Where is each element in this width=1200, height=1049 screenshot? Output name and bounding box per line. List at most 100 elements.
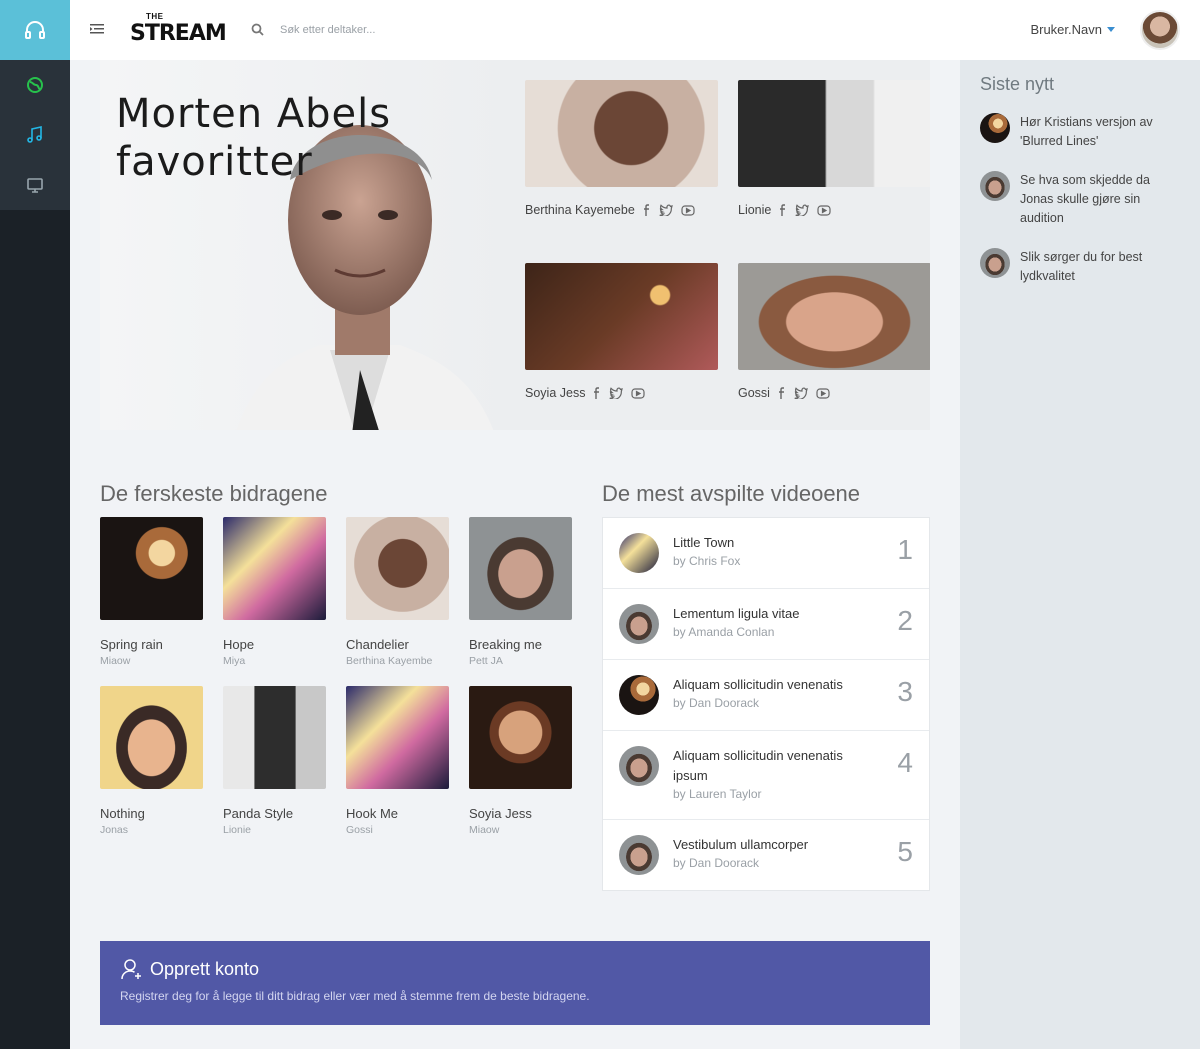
video-author[interactable]: by Lauren Taylor xyxy=(673,787,762,801)
video-author[interactable]: by Amanda Conlan xyxy=(673,625,774,639)
video-title[interactable]: Aliquam sollicitudin venenatis xyxy=(673,675,863,695)
twitter-icon[interactable] xyxy=(794,387,808,399)
rail-nav xyxy=(0,60,70,210)
contribution-artist[interactable]: Berthina Kayembe xyxy=(346,655,449,667)
user-name[interactable]: Bruker.Navn xyxy=(1030,22,1102,37)
artist-name[interactable]: Berthina Kayemebe xyxy=(525,203,635,217)
video-rank: 3 xyxy=(897,676,913,707)
monitor-icon xyxy=(27,178,43,193)
twitter-icon[interactable] xyxy=(609,387,624,399)
ranked-video-item[interactable]: Little Town by Chris Fox 1 xyxy=(603,518,929,589)
contribution-artist[interactable]: Pett JA xyxy=(469,655,572,667)
brand-logo[interactable]: THE STREAM xyxy=(130,12,227,46)
search-icon[interactable] xyxy=(251,23,264,41)
youtube-icon[interactable] xyxy=(681,204,695,216)
contribution-tile[interactable]: Chandelier Berthina Kayembe xyxy=(346,517,449,667)
news-item[interactable]: Hør Kristians versjon av 'Blurred Lines' xyxy=(980,113,1180,151)
artist-name[interactable]: Gossi xyxy=(738,386,770,400)
contribution-thumbnail[interactable] xyxy=(469,686,572,789)
cta-title[interactable]: Opprett konto xyxy=(150,959,259,980)
artist-photo[interactable] xyxy=(525,263,718,370)
contribution-artist[interactable]: Lionie xyxy=(223,824,326,836)
contribution-title[interactable]: Hook Me xyxy=(346,806,449,821)
news-text[interactable]: Slik sørger du for best lydkvalitet xyxy=(1020,248,1180,286)
video-author[interactable]: by Dan Doorack xyxy=(673,856,759,870)
contribution-tile[interactable]: Hope Miya xyxy=(223,517,326,667)
artist-card[interactable]: Soyia Jess xyxy=(525,263,718,400)
youtube-icon[interactable] xyxy=(816,387,830,399)
contribution-artist[interactable]: Gossi xyxy=(346,824,449,836)
contribution-tile[interactable]: Panda Style Lionie xyxy=(223,686,326,836)
user-avatar[interactable] xyxy=(1140,10,1180,50)
video-title[interactable]: Aliquam sollicitudin venenatis ipsum xyxy=(673,746,863,786)
contribution-artist[interactable]: Miya xyxy=(223,655,326,667)
contribution-title[interactable]: Nothing xyxy=(100,806,203,821)
artist-card[interactable]: Lionie xyxy=(738,80,930,217)
youtube-icon[interactable] xyxy=(631,387,646,399)
contribution-artist[interactable]: Miaow xyxy=(100,655,203,667)
create-account-banner[interactable]: Opprett konto Registrer deg for å legge … xyxy=(100,941,930,1025)
video-rank: 1 xyxy=(897,534,913,565)
video-author[interactable]: by Dan Doorack xyxy=(673,696,759,710)
artist-name[interactable]: Soyia Jess xyxy=(525,386,585,400)
contribution-thumbnail[interactable] xyxy=(469,517,572,620)
contribution-title[interactable]: Panda Style xyxy=(223,806,326,821)
contribution-title[interactable]: Hope xyxy=(223,637,326,652)
facebook-icon[interactable] xyxy=(779,203,787,217)
search-input[interactable] xyxy=(280,18,580,42)
contribution-thumbnail[interactable] xyxy=(100,686,203,789)
contribution-thumbnail[interactable] xyxy=(346,517,449,620)
facebook-icon[interactable] xyxy=(643,203,651,217)
contribution-tile[interactable]: Breaking me Pett JA xyxy=(469,517,572,667)
news-text[interactable]: Se hva som skjedde da Jonas skulle gjøre… xyxy=(1020,171,1180,228)
contribution-artist[interactable]: Miaow xyxy=(469,824,572,836)
contribution-thumbnail[interactable] xyxy=(223,686,326,789)
news-item[interactable]: Se hva som skjedde da Jonas skulle gjøre… xyxy=(980,171,1180,228)
contribution-thumbnail[interactable] xyxy=(100,517,203,620)
artist-name[interactable]: Lionie xyxy=(738,203,771,217)
video-title[interactable]: Lementum ligula vitae xyxy=(673,604,863,624)
contribution-tile[interactable]: Hook Me Gossi xyxy=(346,686,449,836)
artist-card[interactable]: Gossi xyxy=(738,263,930,400)
headphones-icon xyxy=(25,21,45,39)
contribution-title[interactable]: Spring rain xyxy=(100,637,203,652)
contribution-thumbnail[interactable] xyxy=(223,517,326,620)
video-avatar xyxy=(619,746,659,786)
contribution-tile[interactable]: Soyia Jess Miaow xyxy=(469,686,572,836)
news-sidebar: Siste nytt Hør Kristians versjon av 'Blu… xyxy=(960,60,1200,1049)
contribution-thumbnail[interactable] xyxy=(346,686,449,789)
contribution-title[interactable]: Breaking me xyxy=(469,637,572,652)
nav-item-video[interactable] xyxy=(0,160,70,210)
nav-item-discover[interactable] xyxy=(0,60,70,110)
contribution-artist[interactable]: Jonas xyxy=(100,824,203,836)
contribution-tile[interactable]: Nothing Jonas xyxy=(100,686,203,836)
ranked-video-item[interactable]: Vestibulum ullamcorper by Dan Doorack 5 xyxy=(603,820,929,890)
contribution-tile[interactable]: Spring rain Miaow xyxy=(100,517,203,667)
ranked-video-item[interactable]: Lementum ligula vitae by Amanda Conlan 2 xyxy=(603,589,929,660)
menu-toggle-button[interactable] xyxy=(90,22,104,41)
artist-photo[interactable] xyxy=(738,80,930,187)
artist-card[interactable]: Berthina Kayemebe xyxy=(525,80,718,217)
twitter-icon[interactable] xyxy=(659,204,673,216)
artist-photo[interactable] xyxy=(525,80,718,187)
video-title[interactable]: Vestibulum ullamcorper xyxy=(673,835,863,855)
contribution-title[interactable]: Soyia Jess xyxy=(469,806,572,821)
youtube-icon[interactable] xyxy=(817,204,831,216)
video-author[interactable]: by Chris Fox xyxy=(673,554,740,568)
contribution-title[interactable]: Chandelier xyxy=(346,637,449,652)
chevron-down-icon[interactable] xyxy=(1107,27,1115,32)
facebook-icon[interactable] xyxy=(593,386,601,400)
news-item[interactable]: Slik sørger du for best lydkvalitet xyxy=(980,248,1180,286)
twitter-icon[interactable] xyxy=(795,204,810,216)
facebook-icon[interactable] xyxy=(778,386,786,400)
app-logo[interactable] xyxy=(0,0,70,60)
ranked-video-item[interactable]: Aliquam sollicitudin venenatis by Dan Do… xyxy=(603,660,929,731)
video-rank: 2 xyxy=(897,605,913,636)
hero-carousel: Morten Abels favoritter ‹ › Berthina Kay… xyxy=(100,60,930,430)
ranked-video-item[interactable]: Aliquam sollicitudin venenatis ipsum by … xyxy=(603,731,929,820)
news-avatar xyxy=(980,248,1010,278)
nav-item-music[interactable] xyxy=(0,110,70,160)
news-text[interactable]: Hør Kristians versjon av 'Blurred Lines' xyxy=(1020,113,1180,151)
video-title[interactable]: Little Town xyxy=(673,533,863,553)
artist-photo[interactable] xyxy=(738,263,930,370)
